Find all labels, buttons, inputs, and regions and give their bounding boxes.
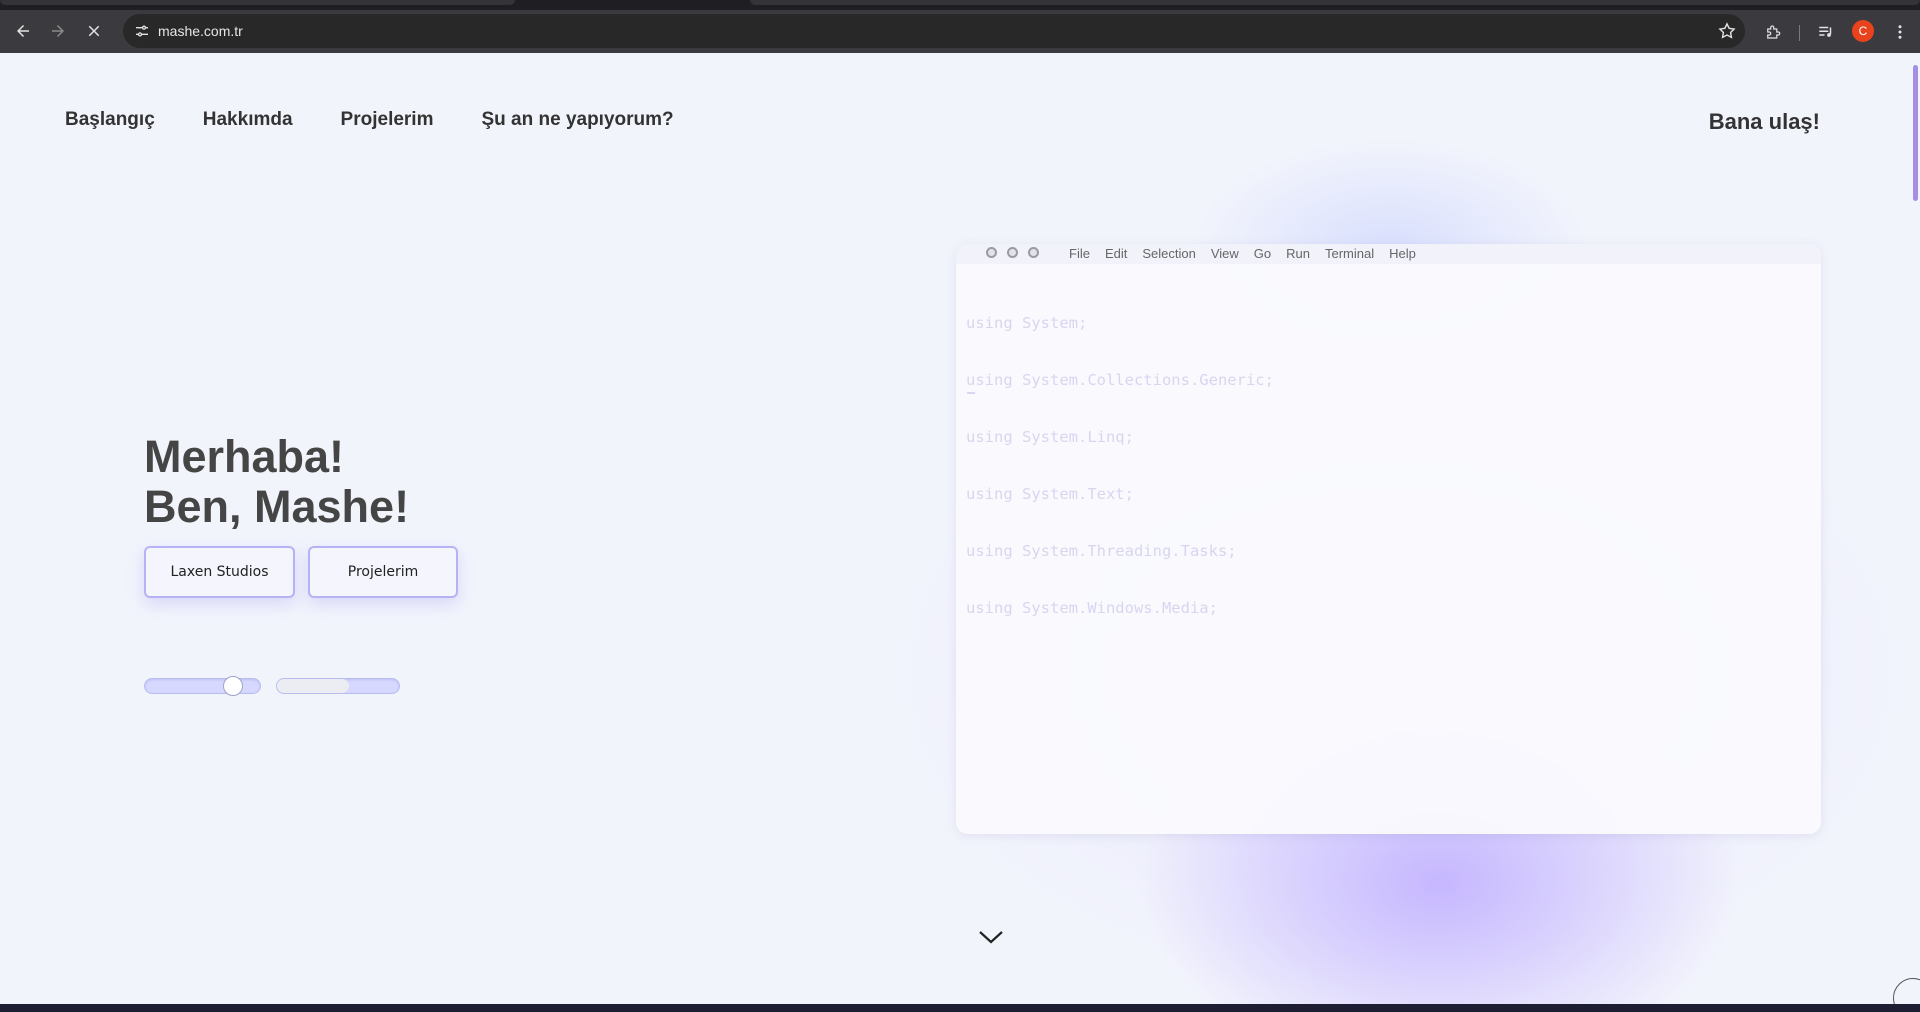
menu-view[interactable]: View	[1211, 246, 1239, 261]
close-icon	[88, 25, 100, 37]
code-line: using System;	[966, 314, 1088, 332]
code-line: using System.Threading.Tasks;	[966, 542, 1237, 560]
text-cursor	[967, 392, 975, 394]
menu-help[interactable]: Help	[1389, 246, 1416, 261]
star-icon[interactable]	[1717, 21, 1737, 41]
nav-link-now[interactable]: Şu an ne yapıyorum?	[481, 109, 673, 131]
slider-fill	[277, 679, 349, 693]
menu-run[interactable]: Run	[1286, 246, 1310, 261]
projects-button[interactable]: Projelerim	[308, 546, 458, 598]
code-content: using System; using System.Collections.G…	[966, 276, 1274, 656]
back-button[interactable]	[9, 17, 37, 45]
hero-slider-2[interactable]	[276, 678, 400, 694]
arrow-left-icon	[17, 25, 29, 37]
menu-file[interactable]: File	[1069, 246, 1090, 261]
code-editor-window: File Edit Selection View Go Run Terminal…	[956, 244, 1821, 834]
menu-go[interactable]: Go	[1254, 246, 1271, 261]
editor-titlebar: File Edit Selection View Go Run Terminal…	[956, 244, 1821, 264]
window-dot-minimize[interactable]	[1007, 247, 1018, 258]
nav-link-projects[interactable]: Projelerim	[341, 109, 434, 131]
window-dot-maximize[interactable]	[1028, 247, 1039, 258]
browser-tab[interactable]	[0, 0, 515, 5]
tune-icon[interactable]	[131, 20, 153, 42]
browser-tab[interactable]	[750, 0, 1920, 5]
laxen-studios-button[interactable]: Laxen Studios	[144, 546, 295, 598]
stop-loading-button[interactable]	[80, 17, 108, 45]
page-viewport: Başlangıç Hakkımda Projelerim Şu an ne y…	[0, 53, 1920, 1006]
editor-menu: File Edit Selection View Go Run Terminal…	[1069, 246, 1416, 261]
window-dot-close[interactable]	[986, 247, 997, 258]
url-text[interactable]: mashe.com.tr	[158, 23, 243, 39]
hero-slider-1[interactable]	[144, 676, 261, 696]
nav-link-home[interactable]: Başlangıç	[65, 109, 155, 131]
code-line: using System.Linq;	[966, 428, 1134, 446]
menu-edit[interactable]: Edit	[1105, 246, 1127, 261]
address-bar[interactable]: mashe.com.tr	[123, 14, 1745, 48]
page-scrollbar[interactable]	[1910, 53, 1920, 1006]
menu-selection[interactable]: Selection	[1142, 246, 1195, 261]
forward-button[interactable]	[44, 17, 72, 45]
scrollbar-thumb[interactable]	[1913, 65, 1918, 201]
toolbar-separator	[1799, 25, 1800, 41]
code-line: using System.Windows.Media;	[966, 599, 1218, 617]
main-nav: Başlangıç Hakkımda Projelerim Şu an ne y…	[65, 109, 674, 131]
profile-avatar[interactable]: C	[1852, 20, 1874, 42]
code-line: using System.Text;	[966, 485, 1134, 503]
hero-name: Ben, Mashe!	[144, 481, 410, 532]
menu-terminal[interactable]: Terminal	[1325, 246, 1374, 261]
code-line: using System.Collections.Generic;	[966, 371, 1274, 389]
chevron-down-icon[interactable]	[978, 927, 1004, 947]
hero-greeting: Merhaba!	[144, 431, 345, 482]
tab-strip	[0, 0, 1920, 10]
window-bottom-edge	[0, 1004, 1920, 1012]
kebab-menu-icon[interactable]	[1889, 21, 1911, 43]
puzzle-icon[interactable]	[1762, 21, 1784, 43]
nav-link-about[interactable]: Hakkımda	[203, 109, 293, 131]
arrow-right-icon	[52, 25, 64, 37]
contact-link[interactable]: Bana ulaş!	[1709, 109, 1820, 135]
slider-knob[interactable]	[223, 676, 243, 696]
browser-toolbar: mashe.com.tr C	[0, 10, 1920, 53]
queue-music-icon[interactable]	[1815, 21, 1837, 43]
